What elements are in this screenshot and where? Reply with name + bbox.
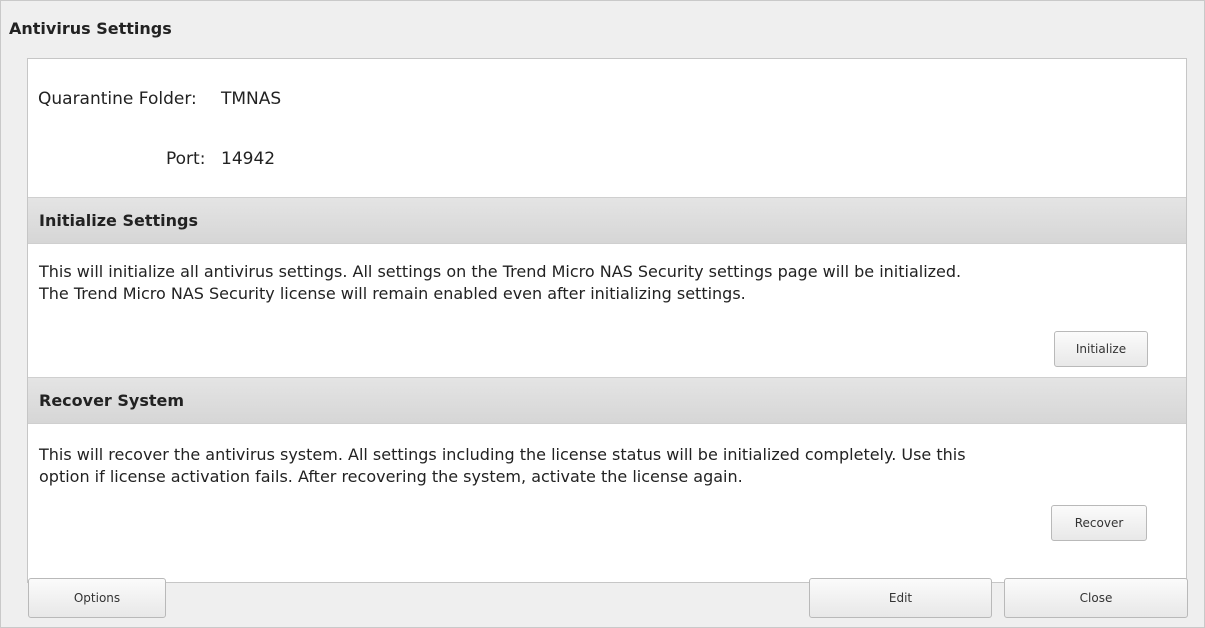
initialize-description-line-1: This will initialize all antivirus setti… [39, 262, 962, 281]
port-value: 14942 [221, 149, 276, 169]
initialize-settings-header: Initialize Settings [28, 197, 1186, 244]
recover-description-line-2: option if license activation fails. Afte… [39, 467, 743, 486]
quarantine-folder-label: Quarantine Folder: [38, 89, 197, 109]
edit-button[interactable]: Edit [809, 578, 992, 618]
initialize-description-line-2: The Trend Micro NAS Security license wil… [39, 284, 746, 303]
port-row: Port: 14942 [38, 145, 538, 173]
initialize-button[interactable]: Initialize [1054, 331, 1148, 367]
recover-button[interactable]: Recover [1051, 505, 1147, 541]
recover-description-line-1: This will recover the antivirus system. … [39, 445, 966, 464]
dialog-title: Antivirus Settings [9, 19, 172, 38]
antivirus-settings-dialog: Antivirus Settings Quarantine Folder: TM… [0, 0, 1205, 628]
recover-system-description: This will recover the antivirus system. … [39, 444, 1179, 488]
quarantine-folder-row: Quarantine Folder: TMNAS [38, 85, 538, 113]
initialize-settings-description: This will initialize all antivirus setti… [39, 261, 1179, 305]
port-label: Port: [166, 149, 206, 169]
quarantine-folder-value: TMNAS [221, 89, 282, 109]
settings-panel: Quarantine Folder: TMNAS Port: 14942 Ini… [27, 58, 1187, 583]
recover-system-header: Recover System [28, 377, 1186, 424]
close-button[interactable]: Close [1004, 578, 1188, 618]
options-button[interactable]: Options [28, 578, 166, 618]
